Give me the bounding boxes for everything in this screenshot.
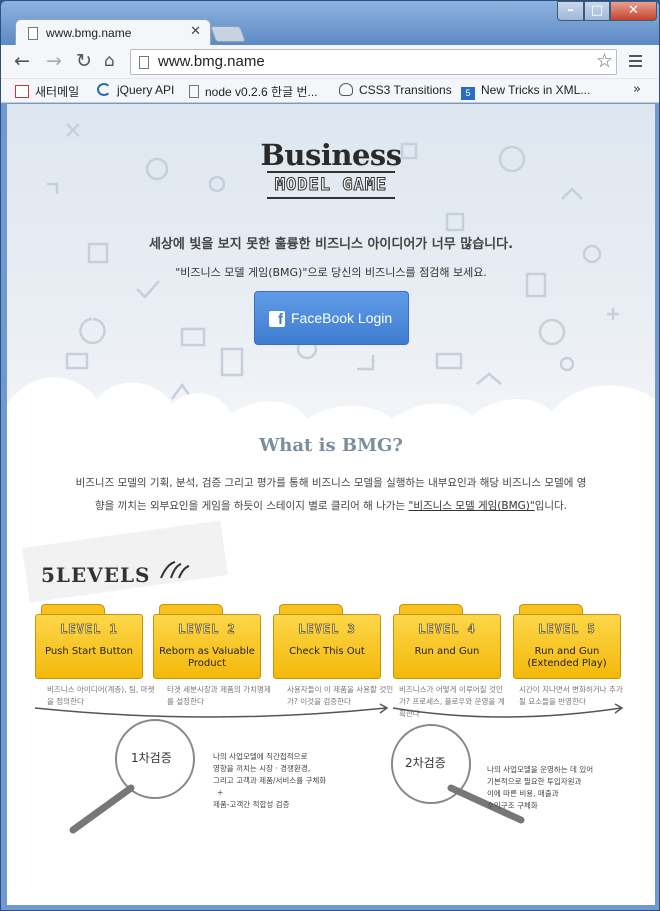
minimize-button[interactable]: – [557,1,584,21]
maximize-button[interactable]: □ [584,1,610,21]
what-is-bmg-heading: What is BMG? [259,435,403,456]
gmail-icon [15,85,29,98]
bookmark-item[interactable]: jQuery API [97,83,174,97]
bookmark-label: jQuery API [117,83,175,97]
bookmark-label: CSS3 Transitions [359,83,452,97]
verify-2-label: 2차검증 [405,756,446,770]
desc-line2-end: 입니다. [534,500,568,512]
clouds-decoration [7,377,655,444]
facebook-icon: f [269,311,285,328]
verify-2-desc: 나의 사업모델을 운영하는 데 있어 기본적으로 필요한 투입자원과 이에 따른… [487,764,593,812]
verify-1-line: 영향을 끼치는 시장 · 경쟁환경, [213,764,311,773]
bookmarks-bar: 새터메일 jQuery API node v0.2.6 한글 번... CSS3… [1,79,659,103]
level-title: Run and Gun [414,646,480,657]
menu-icon[interactable] [629,55,642,70]
level-label: LEVEL 5 [538,622,596,637]
bookmark-label: 새터메일 [35,85,80,99]
verify-1-line: 그리고 고객과 제품/서비스를 구체화 [213,776,327,785]
facebook-login-button[interactable]: f FaceBook Login [254,291,409,345]
facebook-login-label: FaceBook Login [291,310,393,326]
logo-business: Business [260,138,402,172]
close-tab-icon[interactable]: ✕ [190,24,201,39]
level-5-folder: LEVEL 5 Run and Gun (Extended Play) [513,604,621,679]
new-tab-button[interactable] [210,26,246,42]
page-icon [189,85,199,98]
more-bookmarks-icon[interactable]: » [633,82,641,97]
home-icon[interactable]: ⌂ [104,51,115,71]
logo-model-game: MODEL GAME [267,171,395,199]
bookmark-item[interactable]: CSS3 Transitions [339,83,452,97]
level-title: Check This Out [289,646,365,657]
url-text: www.bmg.name [158,53,265,70]
level-label: LEVEL 4 [418,622,476,637]
verify-2-line: 수익구조 구체화 [487,801,538,810]
verify-1-line: + [217,788,224,797]
verify-2-line: 나의 사업모델을 운영하는 데 있어 [487,765,594,774]
levels-title: 5LEVELS [41,563,151,587]
hand-icon [160,561,190,579]
level-1-folder: LEVEL 1 Push Start Button [35,604,143,679]
bookmark-star-icon[interactable]: ☆ [596,50,613,72]
desc-line1: 비즈니즈 모델의 기획, 분석, 검증 그리고 평가를 통해 비즈니스 모델을 … [75,477,587,489]
jquery-icon [97,83,111,96]
level-label: LEVEL 1 [60,622,118,637]
browser-toolbar: ← → ↻ ⌂ www.bmg.name ☆ [1,45,659,79]
verify-2-line: 이에 따른 비용, 매출과 [487,789,559,798]
level-3-folder: LEVEL 3 Check This Out [273,604,381,679]
subline: "비즈니스 모델 게임(BMG)"으로 당신의 비즈니스를 점검해 보세요. [175,266,487,279]
magnifier-handle-1 [69,784,135,834]
verify-1-line: 제품-고객간 적합성 검증 [213,800,290,809]
level-label: LEVEL 2 [178,622,236,637]
browser-tab[interactable]: www.bmg.name ✕ [15,19,211,47]
level-2-folder: LEVEL 2 Reborn as Valuable Product [153,604,261,679]
html5-icon: 5 [461,87,475,100]
reload-icon[interactable]: ↻ [76,51,92,71]
level-title: Reborn as Valuable Product [159,646,255,669]
verify-1-label: 1차검증 [131,751,172,765]
level-title: Push Start Button [44,646,134,657]
page-content: Business MODEL GAME 세상에 빛을 보지 못한 훌륭한 비즈니… [7,104,655,905]
page-icon [28,27,38,40]
verify-1-line: 나의 사업모델에 직간접적으로 [213,752,308,761]
bmg-description: 비즈니즈 모델의 기획, 분석, 검증 그리고 평가를 통해 비즈니스 모델을 … [41,472,621,518]
desc-line2: 향을 끼치는 외부요인을 게임을 하듯이 스테이지 별로 클리어 해 나가는 [94,500,409,512]
bookmark-item[interactable]: node v0.2.6 한글 번... [189,83,318,100]
close-window-button[interactable]: ✕ [610,1,657,21]
level-4-folder: LEVEL 4 Run and Gun [393,604,501,679]
address-bar[interactable]: www.bmg.name ☆ [130,49,617,75]
browser-window: www.bmg.name ✕ – □ ✕ ← → ↻ ⌂ www.bmg.nam… [0,0,660,911]
tab-title: www.bmg.name [46,26,132,40]
bookmark-item[interactable]: 5 New Tricks in XML... [461,83,590,100]
bookmark-label: New Tricks in XML... [481,83,591,97]
bookmark-label: node v0.2.6 한글 번... [205,85,318,99]
levels-brush-bg [22,520,228,603]
forward-icon[interactable]: → [46,51,62,71]
bookmark-item[interactable]: 새터메일 [15,83,79,100]
level-title: Run and Gun (Extended Play) [527,646,607,669]
page-icon [139,56,149,69]
verify-1-desc: 나의 사업모델에 직간접적으로 영향을 끼치는 시장 · 경쟁환경, 그리고 고… [213,751,326,811]
level-label: LEVEL 3 [298,622,356,637]
title-bar: www.bmg.name ✕ – □ ✕ [1,1,659,47]
stage-arrows [34,703,624,718]
verify-2-line: 기본적으로 필요한 투입자원과 [487,777,582,786]
octopus-icon [339,83,353,96]
bmg-link[interactable]: "비즈니스 모델 게임(BMG)" [408,500,534,512]
tagline: 세상에 빛을 보지 못한 훌륭한 비즈니스 아이디어가 너무 많습니다. [148,237,514,252]
back-icon[interactable]: ← [14,51,30,71]
